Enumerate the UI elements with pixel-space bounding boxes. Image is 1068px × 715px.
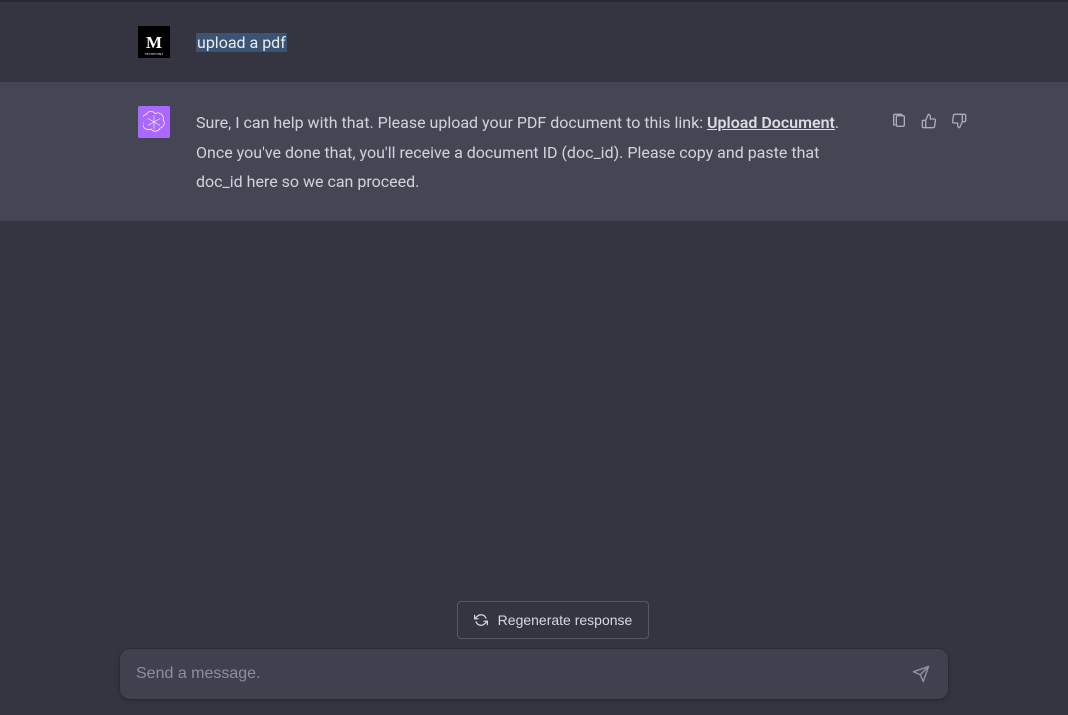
assistant-message-content: Sure, I can help with that. Please uploa… [196, 106, 858, 197]
user-avatar-sub: TECHPOINT [138, 52, 170, 56]
input-container [120, 649, 948, 699]
thumbs-down-button[interactable] [950, 112, 968, 130]
upload-document-link[interactable]: Upload Document [707, 113, 835, 132]
message-actions [890, 106, 968, 130]
regenerate-button[interactable]: Regenerate response [457, 601, 650, 639]
send-button[interactable] [910, 663, 932, 685]
thumbs-up-button[interactable] [920, 112, 938, 130]
regenerate-label: Regenerate response [498, 612, 633, 628]
user-message-content: upload a pdf [196, 26, 968, 58]
copy-button[interactable] [890, 112, 908, 130]
assistant-message-row: Sure, I can help with that. Please uploa… [0, 82, 1068, 221]
user-message-row: M TECHPOINT upload a pdf [0, 2, 1068, 82]
thumbs-down-icon [951, 113, 967, 129]
clipboard-icon [891, 113, 907, 129]
user-message-text: upload a pdf [196, 33, 287, 52]
openai-icon [143, 111, 165, 133]
thumbs-up-icon [921, 113, 937, 129]
message-input[interactable] [136, 665, 910, 683]
user-avatar: M TECHPOINT [138, 26, 170, 58]
assistant-text-part1: Sure, I can help with that. Please uploa… [196, 113, 707, 132]
refresh-icon [474, 613, 488, 627]
user-avatar-letter: M [146, 34, 162, 51]
send-icon [912, 665, 930, 683]
bottom-area: Regenerate response [0, 601, 1068, 699]
assistant-avatar [138, 106, 170, 138]
